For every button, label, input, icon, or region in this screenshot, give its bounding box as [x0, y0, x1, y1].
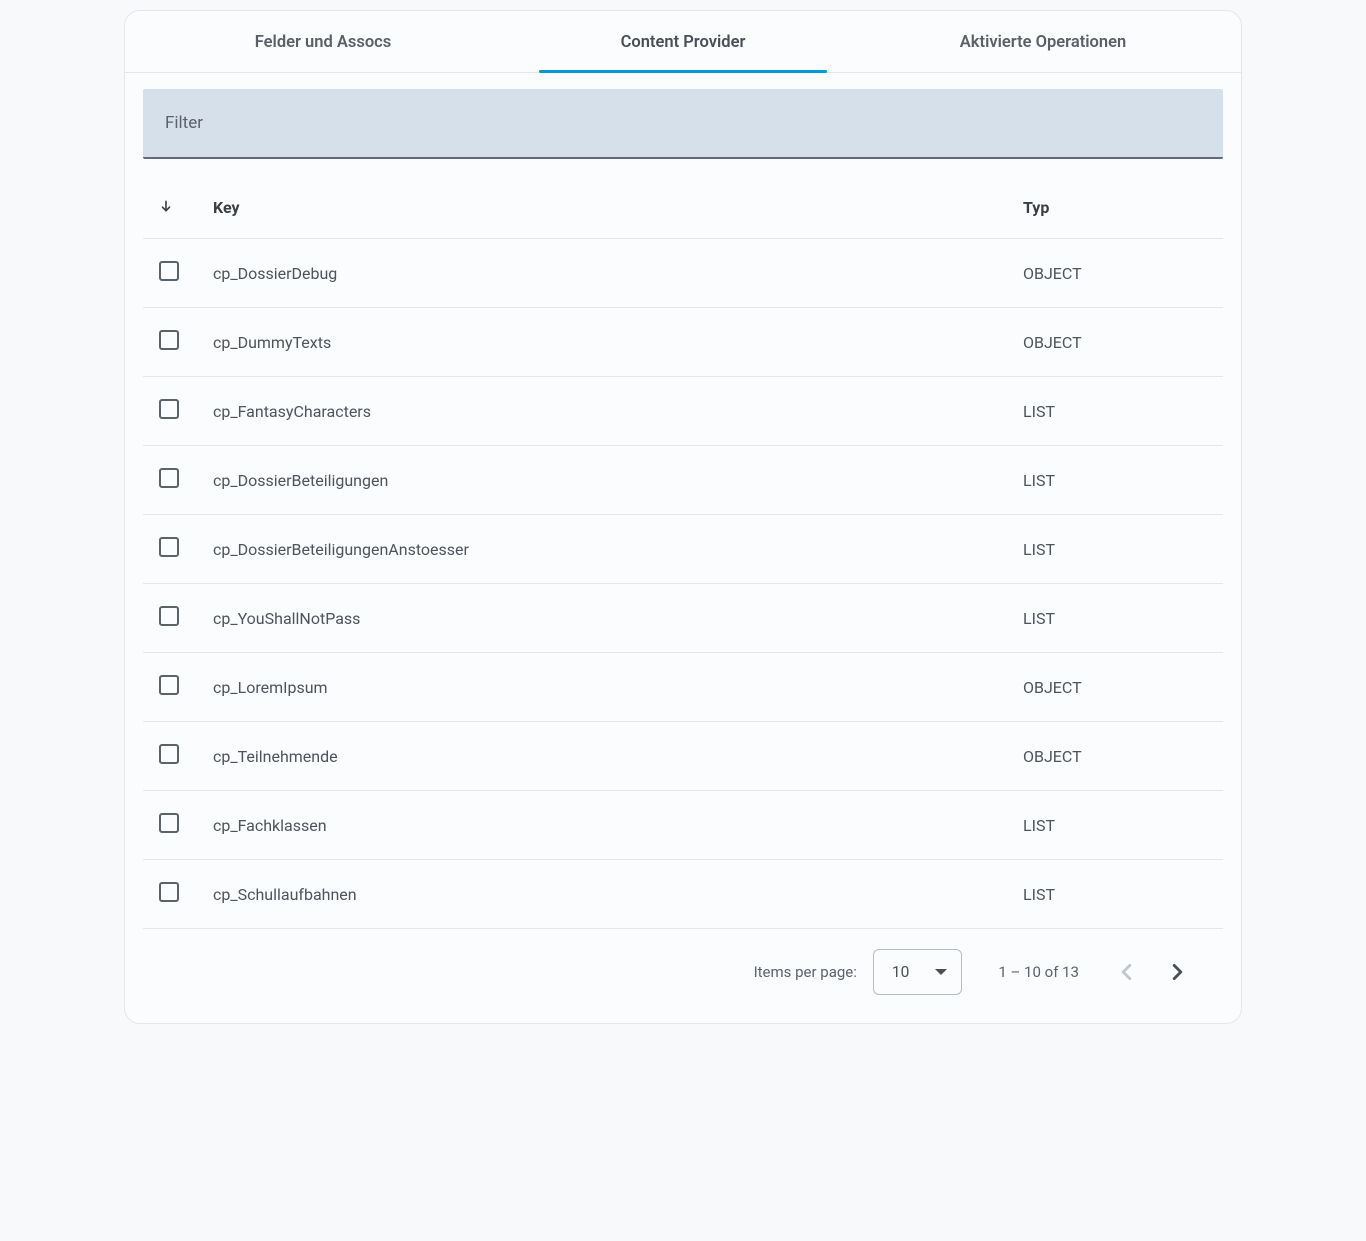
table-row: cp_DossierBeteiligungenAnstoesser LIST	[143, 515, 1223, 584]
cell-key: cp_DossierBeteiligungen	[213, 446, 1023, 515]
column-key[interactable]: Key	[213, 183, 1023, 239]
chevron-left-icon	[1121, 963, 1132, 981]
row-checkbox[interactable]	[159, 813, 179, 833]
filter-label: Filter	[165, 113, 203, 133]
table-row: cp_Fachklassen LIST	[143, 791, 1223, 860]
row-checkbox[interactable]	[159, 606, 179, 626]
page-size-select[interactable]: 10	[873, 949, 962, 995]
table-row: cp_YouShallNotPass LIST	[143, 584, 1223, 653]
table-row: cp_FantasyCharacters LIST	[143, 377, 1223, 446]
dropdown-icon	[935, 969, 947, 975]
page-size-value: 10	[892, 963, 909, 981]
cell-type: LIST	[1023, 791, 1223, 860]
pagination: Items per page: 10 1 – 10 of 13	[143, 929, 1223, 1007]
cell-type: LIST	[1023, 860, 1223, 929]
row-checkbox[interactable]	[159, 744, 179, 764]
row-checkbox[interactable]	[159, 537, 179, 557]
table-row: cp_Teilnehmende OBJECT	[143, 722, 1223, 791]
range-label: 1 – 10 of 13	[998, 963, 1079, 981]
table-body: cp_DossierDebug OBJECT cp_DummyTexts OBJ…	[143, 239, 1223, 929]
filter-input[interactable]: Filter	[143, 89, 1223, 159]
items-per-page: Items per page: 10	[754, 949, 963, 995]
table-row: cp_DossierBeteiligungen LIST	[143, 446, 1223, 515]
column-sort[interactable]	[143, 183, 213, 239]
cell-key: cp_YouShallNotPass	[213, 584, 1023, 653]
cell-type: OBJECT	[1023, 722, 1223, 791]
row-checkbox[interactable]	[159, 261, 179, 281]
row-checkbox[interactable]	[159, 882, 179, 902]
nav-arrows	[1115, 957, 1189, 987]
cell-type: LIST	[1023, 446, 1223, 515]
cell-type: LIST	[1023, 377, 1223, 446]
cell-type: LIST	[1023, 584, 1223, 653]
cell-key: cp_Schullaufbahnen	[213, 860, 1023, 929]
tab-felder-assocs[interactable]: Felder und Assocs	[143, 11, 503, 72]
cell-key: cp_LoremIpsum	[213, 653, 1023, 722]
chevron-right-icon	[1172, 963, 1183, 981]
cell-type: OBJECT	[1023, 653, 1223, 722]
cell-type: OBJECT	[1023, 239, 1223, 308]
row-checkbox[interactable]	[159, 399, 179, 419]
content-provider-table: Key Typ cp_DossierDebug OBJECT cp_DummyT…	[143, 183, 1223, 929]
content: Filter Key Typ cp_DossierDebug	[125, 73, 1241, 1007]
table-row: cp_DummyTexts OBJECT	[143, 308, 1223, 377]
cell-key: cp_DossierBeteiligungenAnstoesser	[213, 515, 1023, 584]
row-checkbox[interactable]	[159, 330, 179, 350]
arrow-down-icon	[159, 197, 173, 218]
tab-aktivierte-operationen[interactable]: Aktivierte Operationen	[863, 11, 1223, 72]
cell-type: OBJECT	[1023, 308, 1223, 377]
cell-key: cp_DummyTexts	[213, 308, 1023, 377]
row-checkbox[interactable]	[159, 468, 179, 488]
panel: Felder und Assocs Content Provider Aktiv…	[124, 10, 1242, 1024]
cell-key: cp_Fachklassen	[213, 791, 1023, 860]
table-row: cp_DossierDebug OBJECT	[143, 239, 1223, 308]
column-type[interactable]: Typ	[1023, 183, 1223, 239]
prev-page-button[interactable]	[1115, 957, 1138, 987]
tab-content-provider[interactable]: Content Provider	[503, 11, 863, 72]
cell-type: LIST	[1023, 515, 1223, 584]
cell-key: cp_Teilnehmende	[213, 722, 1023, 791]
tabs: Felder und Assocs Content Provider Aktiv…	[125, 11, 1241, 73]
cell-key: cp_DossierDebug	[213, 239, 1023, 308]
table-row: cp_Schullaufbahnen LIST	[143, 860, 1223, 929]
next-page-button[interactable]	[1166, 957, 1189, 987]
items-per-page-label: Items per page:	[754, 963, 857, 981]
cell-key: cp_FantasyCharacters	[213, 377, 1023, 446]
row-checkbox[interactable]	[159, 675, 179, 695]
table-row: cp_LoremIpsum OBJECT	[143, 653, 1223, 722]
